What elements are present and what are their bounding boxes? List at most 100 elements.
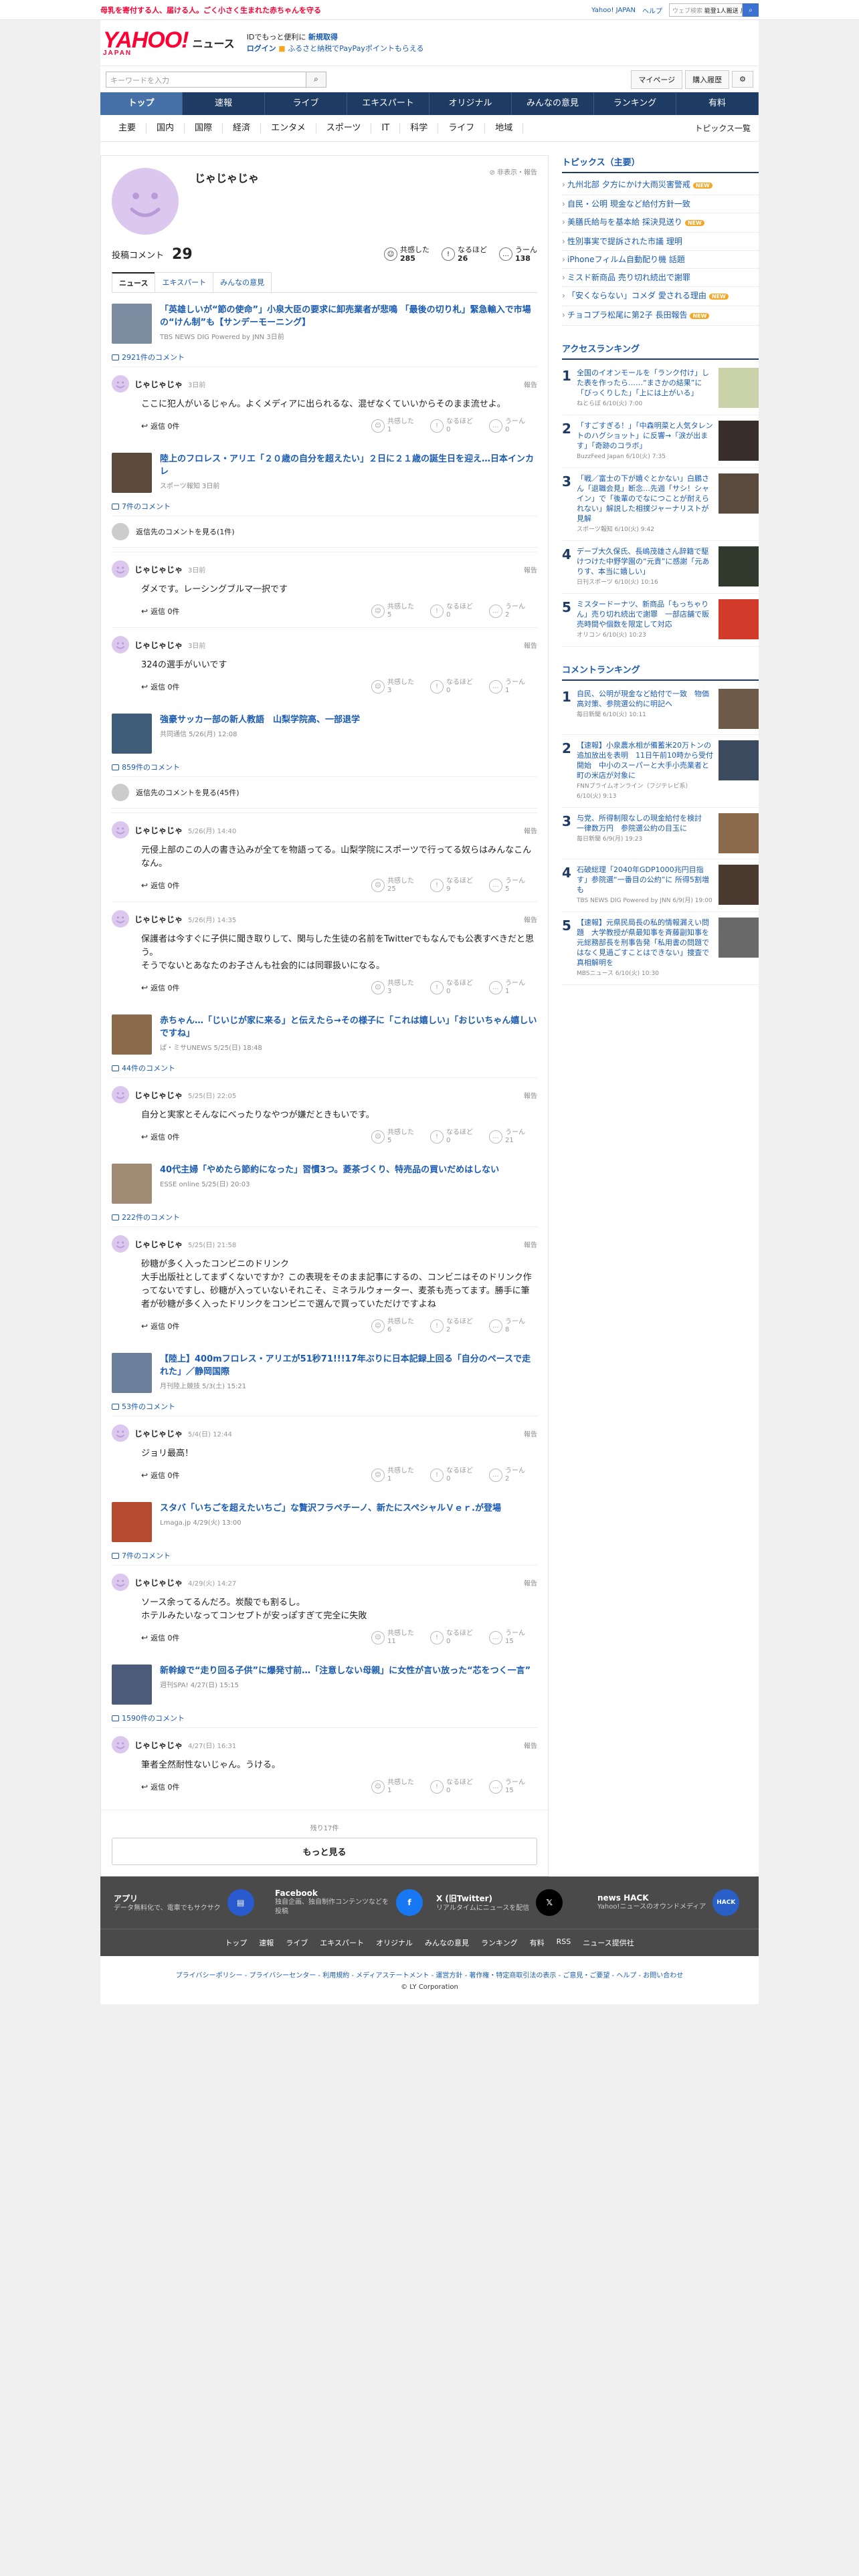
- comment-user-name[interactable]: じゃじゃじゃ: [134, 379, 183, 390]
- ranking-item[interactable]: 4 石破総理「2040年GDP1000兆円目指す」参院選“一番目の公約”に 所得5…: [562, 859, 759, 912]
- yahoo-logo[interactable]: YAHOO! JAPAN: [103, 29, 189, 57]
- gnav-opinion[interactable]: みんなの意見: [512, 92, 594, 115]
- reaction-hmm-button[interactable]: … うーん 2: [489, 603, 537, 619]
- reaction-insight-button[interactable]: ! なるほど 0: [430, 1630, 478, 1646]
- topic-item[interactable]: ミスド新商品 売り切れ続出で謝罪: [562, 269, 759, 287]
- reply-button[interactable]: ↩ 返信 0件: [141, 681, 180, 692]
- reply-button[interactable]: ↩ 返信 0件: [141, 1470, 180, 1481]
- reaction-empathy-button[interactable]: ☺ 共感した 5: [371, 603, 419, 619]
- legal-links[interactable]: プライバシーポリシー - プライバシーセンター - 利用規約 - メディアステー…: [100, 1956, 759, 1982]
- reply-button[interactable]: ↩ 返信 0件: [141, 880, 180, 891]
- reaction-insight-button[interactable]: ! なるほど 0: [430, 1129, 478, 1145]
- report-link[interactable]: 報告: [524, 1090, 537, 1100]
- ranking-item[interactable]: 3 与党、所得制限なしの現金給付を検討 一律数万円 参院選公約の目玉に 毎日新聞 6…: [562, 808, 759, 859]
- comment-count-link[interactable]: 2921件のコメント: [112, 352, 537, 362]
- article-title[interactable]: 赤ちゃん…「じいじが家に来る」と伝えたら→その様子に「これは嬉しい」「おじいちゃ…: [160, 1014, 537, 1040]
- reaction-empathy-button[interactable]: ☺ 共感した 25: [371, 877, 419, 893]
- reaction-insight-button[interactable]: ! なるほど 0: [430, 1467, 478, 1483]
- topic-item[interactable]: 「安くならない」コメダ 愛される理由NEW: [562, 287, 759, 306]
- reaction-insight-button[interactable]: ! なるほど 9: [430, 877, 478, 893]
- comment-count-link[interactable]: 53件のコメント: [112, 1401, 537, 1412]
- footer-app[interactable]: Facebook 独自企画、独自制作コンテンツなどを投稿 f: [275, 1889, 423, 1917]
- reaction-insight-button[interactable]: ! なるほど 0: [430, 1779, 478, 1795]
- reaction-hmm-button[interactable]: … うーん 1: [489, 679, 537, 695]
- topics-list-link[interactable]: トピックス一覧: [694, 122, 751, 134]
- reaction-hmm-button[interactable]: … うーん 21: [489, 1129, 537, 1145]
- footer-app[interactable]: news HACK Yahoo!ニュースのオウンドメディア HACK: [597, 1889, 745, 1917]
- gnav-top[interactable]: トップ: [100, 92, 183, 115]
- report-link[interactable]: 報告: [524, 1239, 537, 1249]
- reply-button[interactable]: ↩ 返信 0件: [141, 1632, 180, 1643]
- footer-link[interactable]: ニュース提供社: [583, 1937, 634, 1948]
- reaction-empathy-button[interactable]: ☺ 共感した 5: [371, 1129, 419, 1145]
- topic-item[interactable]: 九州北部 夕方にかけ大雨災害警戒NEW: [562, 176, 759, 195]
- comment-user-name[interactable]: じゃじゃじゃ: [134, 1739, 183, 1751]
- cat-it[interactable]: IT: [371, 122, 401, 134]
- reaction-empathy-button[interactable]: ☺ 共感した 1: [371, 1779, 419, 1795]
- report-link[interactable]: 報告: [524, 1740, 537, 1750]
- reaction-insight-button[interactable]: ! なるほど 0: [430, 418, 478, 434]
- comment-count-link[interactable]: 7件のコメント: [112, 1550, 537, 1561]
- report-link[interactable]: 報告: [524, 1428, 537, 1438]
- cat-life[interactable]: ライフ: [438, 122, 486, 134]
- ranking-item[interactable]: 5 ミスタードーナツ、新商品「もっちゃりん」売り切れ続出で謝罪 一部店舗で販売時間…: [562, 594, 759, 647]
- topic-item[interactable]: 美膳氏給与を基本給 採決見送りNEW: [562, 213, 759, 233]
- cat-world[interactable]: 国際: [185, 122, 223, 134]
- reaction-empathy-button[interactable]: ☺ 共感した 1: [371, 1467, 419, 1483]
- report-link[interactable]: 報告: [524, 564, 537, 574]
- reply-button[interactable]: ↩ 返信 0件: [141, 1782, 180, 1792]
- comment-count-link[interactable]: 859件のコメント: [112, 762, 537, 772]
- article-title[interactable]: 「英雄しいが“節の使命”」小泉大臣の要求に卸売業者が悲鳴 「最後の切り札」緊急輸…: [160, 304, 537, 329]
- report-link[interactable]: 報告: [524, 1578, 537, 1588]
- reaction-insight-button[interactable]: ! なるほど 0: [430, 980, 478, 996]
- reply-button[interactable]: ↩ 返信 0件: [141, 982, 180, 993]
- reply-preview-link[interactable]: 返信先のコメントを見る(1件): [112, 516, 537, 548]
- article-title[interactable]: 【陸上】400mフロレス・アリエが51秒71!!!17年ぶりに日本記録上回る「自…: [160, 1353, 537, 1378]
- reaction-insight-button[interactable]: ! なるほど 2: [430, 1318, 478, 1334]
- report-link[interactable]: 報告: [524, 914, 537, 924]
- article-thumbnail[interactable]: [112, 453, 152, 493]
- ranking-item[interactable]: 1 自民、公明が現金など給付で一致 物価高対策、参院選公約に明記へ 毎日新聞 6/1…: [562, 683, 759, 735]
- footer-link[interactable]: ライブ: [286, 1937, 308, 1948]
- topic-item[interactable]: チョコプラ松尾に第2子 長田報告NEW: [562, 306, 759, 326]
- cat-sports[interactable]: スポーツ: [316, 122, 372, 134]
- ranking-item[interactable]: 2 「すごすぎる！」「中森明菜と人気タレントのハグショット」に反響→「涙が出ます」…: [562, 415, 759, 468]
- furusato-link[interactable]: ふるさと納税でPayPayポイントもらえる: [288, 44, 423, 53]
- ranking-item[interactable]: 2 【速報】小泉農水相が備蓄米20万トンの追加放出を表明 11日午前10時から受付…: [562, 735, 759, 808]
- article-title[interactable]: 40代主婦「やめたら節約になった」習慣3つ。菱茶づくり、特売品の買いだめはしない: [160, 1164, 499, 1176]
- comment-user-name[interactable]: じゃじゃじゃ: [134, 1577, 183, 1588]
- reaction-hmm-button[interactable]: … うーん 0: [489, 418, 537, 434]
- article-thumbnail[interactable]: [112, 304, 152, 344]
- footer-app[interactable]: X (旧Twitter) リアルタイムにニュースを配信 𝕏: [436, 1889, 584, 1917]
- yahoo-japan-link[interactable]: Yahoo! JAPAN: [591, 7, 636, 14]
- reaction-insight-button[interactable]: ! なるほど 0: [430, 603, 478, 619]
- ranking-item[interactable]: 3 「戦／富士の下が嬉ぐとかない」白鵬さん「退職会見」断念…先週「サシ！シャイン」…: [562, 468, 759, 541]
- gnav-live[interactable]: ライブ: [265, 92, 347, 115]
- gnav-paid[interactable]: 有料: [676, 92, 759, 115]
- comment-user-name[interactable]: じゃじゃじゃ: [134, 639, 183, 651]
- gnav-expert[interactable]: エキスパート: [347, 92, 430, 115]
- reaction-hmm-button[interactable]: … うーん 5: [489, 877, 537, 893]
- reaction-empathy-button[interactable]: ☺ 共感した 3: [371, 679, 419, 695]
- footer-link[interactable]: トップ: [225, 1937, 247, 1948]
- ranking-item[interactable]: 5 【速報】元県民局長の私的情報漏えい問題 大学教授が県最知事を斉藤副知事を 元総…: [562, 912, 759, 985]
- comment-count-link[interactable]: 222件のコメント: [112, 1212, 537, 1222]
- comment-count-link[interactable]: 1590件のコメント: [112, 1713, 537, 1723]
- reaction-hmm-button[interactable]: … うーん 2: [489, 1467, 537, 1483]
- article-thumbnail[interactable]: [112, 1665, 152, 1705]
- article-title[interactable]: 強豪サッカー部の新人教語 山梨学院高、一部退学: [160, 714, 360, 726]
- gnav-ranking[interactable]: ランキング: [594, 92, 676, 115]
- gnav-original[interactable]: オリジナル: [430, 92, 512, 115]
- footer-app[interactable]: アプリ データ無料化で、電車でもサクサク ▤: [114, 1889, 262, 1917]
- footer-link[interactable]: 有料: [530, 1937, 545, 1948]
- reaction-empathy-button[interactable]: ☺ 共感した 6: [371, 1318, 419, 1334]
- article-thumbnail[interactable]: [112, 714, 152, 754]
- cat-main[interactable]: 主要: [108, 122, 147, 134]
- article-thumbnail[interactable]: [112, 1502, 152, 1542]
- reply-button[interactable]: ↩ 返信 0件: [141, 1132, 180, 1142]
- report-link[interactable]: 報告: [524, 825, 537, 835]
- comment-count-link[interactable]: 44件のコメント: [112, 1063, 537, 1073]
- reply-button[interactable]: ↩ 返信 0件: [141, 1321, 180, 1331]
- cat-entertainment[interactable]: エンタメ: [261, 122, 316, 134]
- topic-item[interactable]: iPhoneフィルム自動配り機 話題: [562, 251, 759, 269]
